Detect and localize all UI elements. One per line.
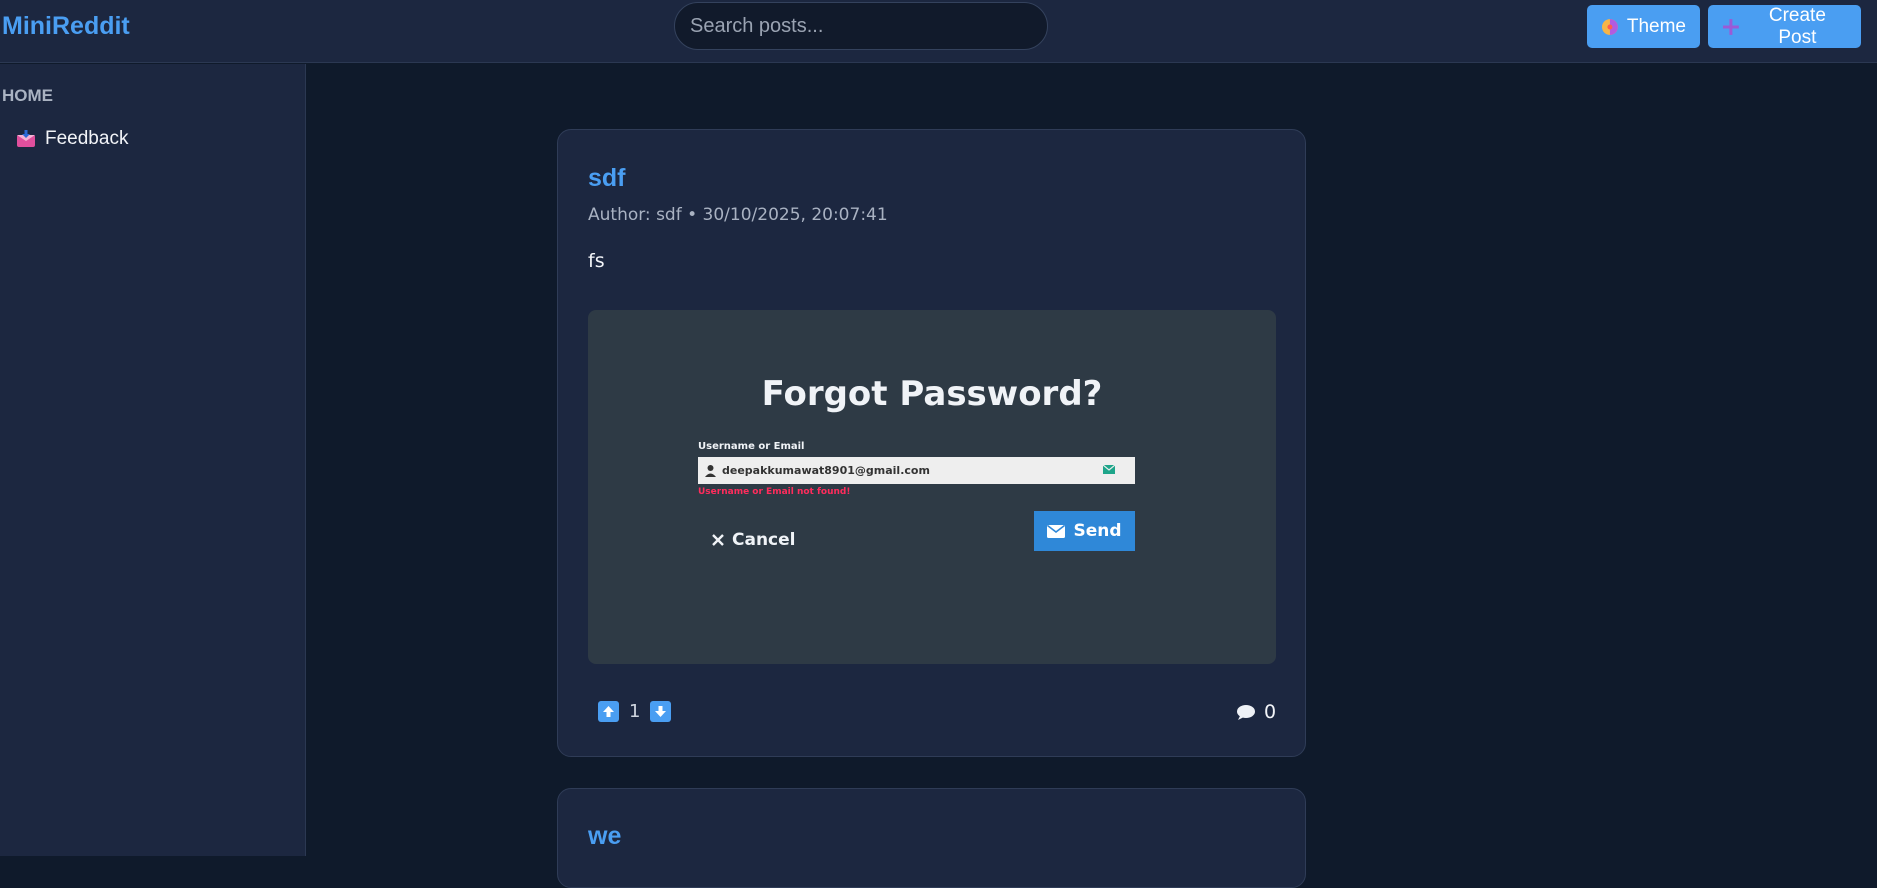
sidebar: HOME Feedback — [0, 64, 306, 856]
image-cancel-button: Cancel — [712, 520, 795, 560]
image-field-label: Username or Email — [698, 441, 805, 452]
arrow-down-icon — [655, 706, 667, 717]
image-send-label: Send — [1073, 521, 1122, 541]
post-body: fs — [588, 250, 605, 272]
comments-button[interactable]: 0 — [1236, 701, 1276, 723]
sidebar-item-feedback[interactable]: Feedback — [16, 128, 128, 150]
speech-bubble-icon — [1237, 704, 1255, 720]
envelope-icon — [1047, 524, 1066, 538]
image-heading: Forgot Password? — [761, 374, 1103, 414]
plus-icon — [1722, 18, 1739, 35]
image-send-button: Send — [1034, 511, 1135, 551]
post-image[interactable]: Forgot Password? Username or Email deepa… — [588, 310, 1276, 664]
post-meta: Author: sdf • 30/10/2025, 20:07:41 — [588, 205, 888, 225]
image-cancel-label: Cancel — [732, 530, 796, 550]
palette-icon — [1601, 18, 1618, 35]
image-error-text: Username or Email not found! — [698, 487, 851, 497]
user-icon — [705, 464, 716, 477]
downvote-button[interactable] — [650, 701, 672, 722]
upvote-button[interactable] — [598, 701, 619, 722]
envelope-icon — [1103, 465, 1115, 474]
top-bar: MiniReddit Theme Create Post — [0, 0, 1877, 63]
post-card[interactable]: sdf Author: sdf • 30/10/2025, 20:07:41 f… — [557, 129, 1306, 757]
post-title[interactable]: sdf — [588, 164, 626, 193]
image-field-value: deepakkumawat8901@gmail.com — [722, 464, 930, 477]
arrow-up-icon — [603, 706, 614, 717]
search-input[interactable] — [674, 2, 1048, 50]
theme-button-label: Theme — [1626, 15, 1686, 37]
post-title[interactable]: we — [588, 822, 621, 851]
vote-count: 1 — [629, 701, 641, 722]
sidebar-heading: HOME — [2, 86, 53, 105]
vote-controls: 1 — [598, 701, 672, 722]
comment-count: 0 — [1264, 701, 1277, 723]
image-email-field: deepakkumawat8901@gmail.com — [698, 457, 1135, 484]
theme-button[interactable]: Theme — [1587, 5, 1700, 48]
inbox-tray-icon — [17, 130, 35, 147]
close-icon — [712, 534, 724, 546]
app-logo[interactable]: MiniReddit — [2, 12, 130, 41]
create-post-button[interactable]: Create Post — [1708, 5, 1861, 48]
post-card[interactable]: we — [557, 788, 1306, 888]
sidebar-item-label: Feedback — [45, 128, 129, 149]
create-post-label: Create Post — [1768, 4, 1826, 48]
